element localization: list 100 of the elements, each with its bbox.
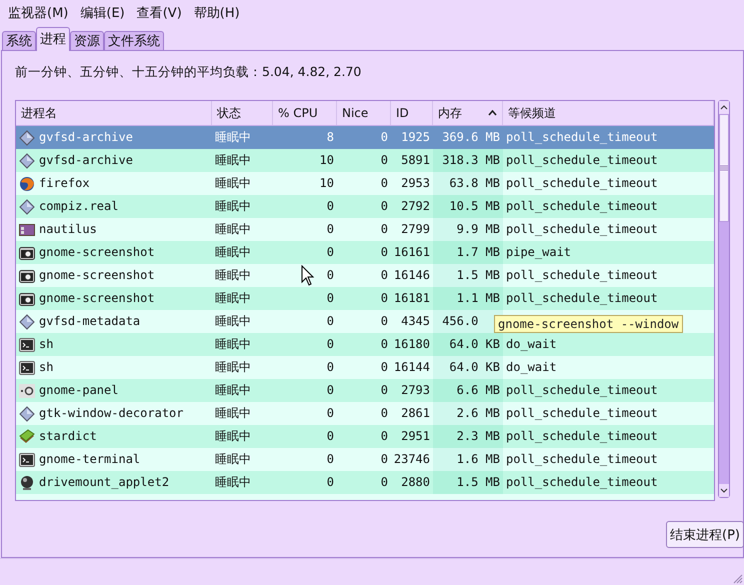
table-cell-text: 0 bbox=[380, 221, 388, 238]
scroll-thumb[interactable] bbox=[719, 114, 729, 222]
table-cell-text: 睡眠中 bbox=[215, 451, 251, 468]
table-cell-text: 1.5 MB bbox=[456, 267, 500, 284]
table-cell-text: 0 bbox=[380, 198, 388, 215]
table-cell-text: 10.5 MB bbox=[449, 198, 500, 215]
table-cell-text: drivemount_applet2 bbox=[39, 474, 170, 491]
tab[interactable]: 进程 bbox=[36, 27, 70, 51]
process-row[interactable]: gnome-screenshot 睡眠中 0 0 16161 1.7 MB pipe_wait bbox=[16, 241, 714, 264]
column-header[interactable]: 状态 bbox=[212, 101, 273, 125]
menu-item[interactable]: 监视器(M) bbox=[2, 4, 74, 22]
caret-up-icon bbox=[720, 105, 728, 110]
table-cell-text: 0 bbox=[380, 175, 388, 192]
table-cell-text: do_wait bbox=[506, 359, 557, 376]
table-cell-text: 睡眠中 bbox=[215, 198, 251, 215]
table-cell-text: gnome-screenshot bbox=[39, 290, 155, 307]
menu-item[interactable]: 查看(V) bbox=[130, 4, 188, 22]
table-cell-text: 369.6 MB bbox=[442, 129, 500, 146]
column-header[interactable]: 进程名 bbox=[16, 101, 212, 125]
tab[interactable]: 文件系统 bbox=[104, 31, 164, 50]
column-header[interactable]: 内存 bbox=[433, 101, 503, 125]
camera-icon bbox=[19, 292, 35, 306]
tab[interactable]: 资源 bbox=[70, 31, 104, 50]
table-cell-text: 64.0 KB bbox=[449, 336, 500, 353]
table-cell-text: poll_schedule_timeout bbox=[506, 221, 658, 238]
table-cell-text: 0 bbox=[326, 336, 334, 353]
diamond-icon bbox=[19, 314, 35, 330]
table-cell-text: 睡眠中 bbox=[215, 175, 251, 192]
table-cell-text: 0 bbox=[326, 221, 334, 238]
table-cell-text: 0 bbox=[326, 198, 334, 215]
table-cell-text: 睡眠中 bbox=[215, 129, 251, 146]
tooltip: gnome-screenshot --window bbox=[494, 315, 683, 333]
column-header[interactable]: Nice bbox=[337, 101, 391, 125]
process-row[interactable]: drivemount_applet2 睡眠中 0 0 2880 1.5 MB poll_schedule_timeout bbox=[16, 471, 714, 494]
table-cell-text: poll_schedule_timeout bbox=[506, 267, 658, 284]
menu-item[interactable]: 帮助(H) bbox=[188, 4, 246, 22]
scroll-down-button[interactable] bbox=[719, 484, 729, 497]
table-cell-text: compiz.real bbox=[39, 198, 118, 215]
table-cell-text: 1.6 MB bbox=[456, 451, 500, 468]
table-cell-text: gnome-screenshot bbox=[39, 244, 155, 261]
table-cell-text: 睡眠中 bbox=[215, 313, 251, 330]
table-cell-text: 0 bbox=[326, 290, 334, 307]
caret-down-icon bbox=[720, 488, 728, 493]
table-cell-text: 睡眠中 bbox=[215, 244, 251, 261]
table-cell-text: 睡眠中 bbox=[215, 290, 251, 307]
load-average-text: 前一分钟、五分钟、十五分钟的平均负载：5.04, 4.82, 2.70 bbox=[15, 64, 362, 81]
process-row[interactable]: sh 睡眠中 0 0 16180 64.0 KB do_wait bbox=[16, 333, 714, 356]
table-cell-text: gvfsd-archive bbox=[39, 152, 133, 169]
table-cell-text: 0 bbox=[326, 451, 334, 468]
camera-icon bbox=[19, 246, 35, 260]
column-header[interactable]: ID bbox=[391, 101, 433, 125]
table-cell-text: do_wait bbox=[506, 336, 557, 353]
table-cell-text: 63.8 MB bbox=[449, 175, 500, 192]
table-cell-text: 0 bbox=[326, 428, 334, 445]
table-cell-text: poll_schedule_timeout bbox=[506, 451, 658, 468]
globe-icon bbox=[19, 176, 35, 192]
tab[interactable]: 系统 bbox=[2, 31, 36, 50]
process-row[interactable]: stardict 睡眠中 0 0 2951 2.3 MB poll_schedule_timeout bbox=[16, 425, 714, 448]
table-cell-text: 0 bbox=[380, 267, 388, 284]
menu-item[interactable]: 编辑(E) bbox=[74, 4, 131, 22]
column-header[interactable]: % CPU bbox=[273, 101, 337, 125]
table-cell-text: 0 bbox=[380, 244, 388, 261]
table-cell-text: 0 bbox=[326, 382, 334, 399]
table-cell-text: 0 bbox=[326, 474, 334, 491]
table-cell-text: 睡眠中 bbox=[215, 405, 251, 422]
table-cell-text: 456.0 bbox=[442, 313, 478, 330]
table-cell-text: sh bbox=[39, 359, 54, 376]
scrollbar[interactable] bbox=[718, 100, 730, 498]
table-cell-text: 1.7 MB bbox=[456, 244, 500, 261]
process-row[interactable]: gnome-screenshot 睡眠中 0 0 16181 1.1 MB poll_schedule_timeout bbox=[16, 287, 714, 310]
table-cell-text: 2.6 MB bbox=[456, 405, 500, 422]
table-cell-text: poll_schedule_timeout bbox=[506, 152, 658, 169]
table-cell-text: 8 bbox=[326, 129, 334, 146]
table-cell-text: 睡眠中 bbox=[215, 382, 251, 399]
table-cell-text: 0 bbox=[380, 451, 388, 468]
scroll-up-button[interactable] bbox=[719, 101, 729, 114]
table-cell-text: 0 bbox=[380, 290, 388, 307]
book-icon bbox=[19, 428, 35, 444]
process-row[interactable]: gnome-panel 睡眠中 0 0 2793 6.6 MB poll_schedule_timeout bbox=[16, 379, 714, 402]
table-cell-text: gvfsd-archive bbox=[39, 129, 133, 146]
table-cell-text: 睡眠中 bbox=[215, 221, 251, 238]
table-cell-text: 2951 bbox=[401, 428, 430, 445]
table-cell-text: poll_schedule_timeout bbox=[506, 198, 658, 215]
table-cell-text: poll_schedule_timeout bbox=[506, 474, 658, 491]
table-cell-text: 睡眠中 bbox=[215, 359, 251, 376]
table-cell-text: 0 bbox=[326, 267, 334, 284]
table-cell-text: 2.3 MB bbox=[456, 428, 500, 445]
process-row[interactable]: gvfsd-archive 睡眠中 10 0 5891 318.3 MB poll_schedule_timeout bbox=[16, 149, 714, 172]
process-row[interactable]: compiz.real 睡眠中 0 0 2792 10.5 MB poll_schedule_timeout bbox=[16, 195, 714, 218]
table-cell-text: 16161 bbox=[394, 244, 430, 261]
table-cell-text: 0 bbox=[380, 313, 388, 330]
table-cell-text: gnome-panel bbox=[39, 382, 118, 399]
resize-grip-icon[interactable] bbox=[733, 574, 743, 584]
diamond-icon bbox=[19, 198, 35, 214]
end-process-button[interactable]: 结束进程(P) bbox=[666, 521, 744, 548]
column-header[interactable]: 等候频道 bbox=[503, 101, 714, 125]
table-cell-text: 9.9 MB bbox=[456, 221, 500, 238]
table-cell-text: gvfsd-metadata bbox=[39, 313, 140, 330]
table-cell-text: 睡眠中 bbox=[215, 267, 251, 284]
table-cell-text: 0 bbox=[380, 474, 388, 491]
